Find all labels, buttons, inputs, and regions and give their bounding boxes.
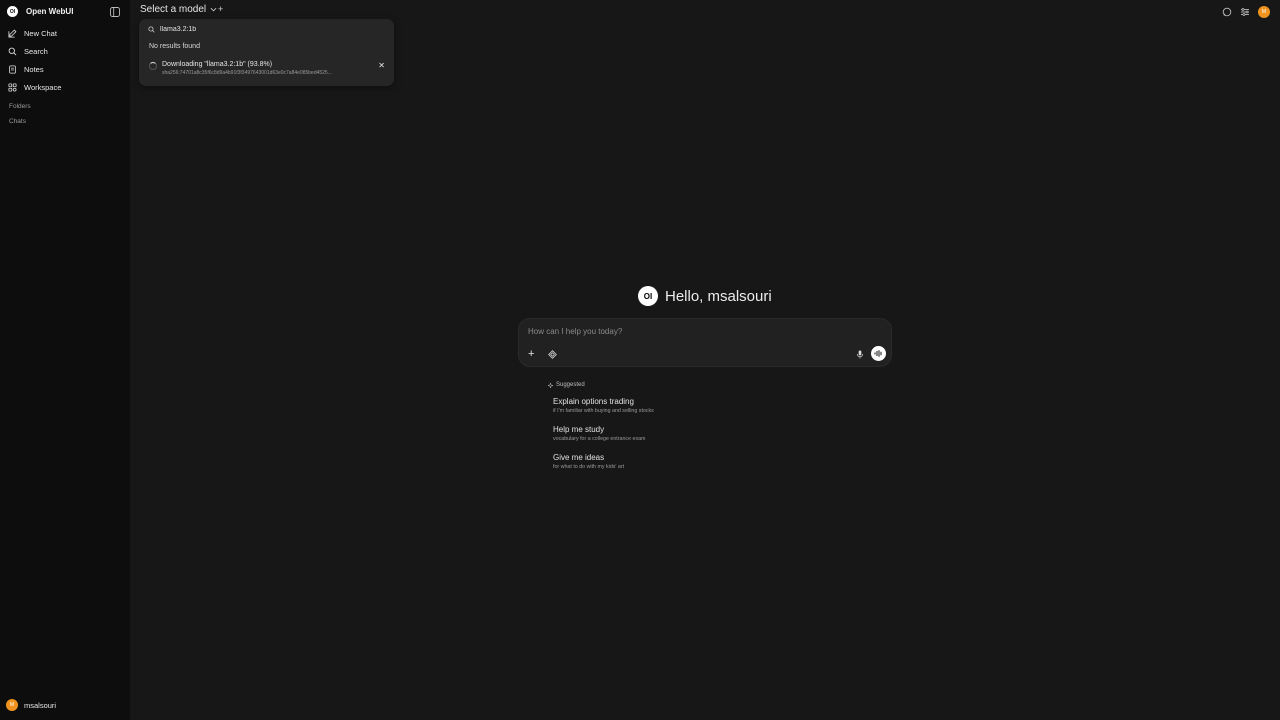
search-icon	[8, 47, 17, 55]
sidebar-item-new-chat[interactable]: New Chat	[8, 26, 57, 40]
controls-icon[interactable]	[1240, 7, 1250, 17]
download-title: Downloading "llama3.2:1b" (93.8%)	[162, 61, 273, 68]
spinner-icon	[149, 62, 157, 70]
sidebar-item-label: Workspace	[24, 82, 62, 92]
suggestion-item[interactable]: Give me ideas for what to do with my kid…	[553, 453, 624, 470]
user-name: msalsouri	[24, 700, 57, 710]
app-logo: OI	[7, 6, 18, 17]
suggestion-item[interactable]: Help me study vocabulary for a college e…	[553, 425, 645, 442]
brand[interactable]: OI Open WebUI	[7, 6, 73, 17]
model-selector[interactable]: Select a model	[140, 4, 217, 15]
waveform-icon	[874, 350, 882, 357]
suggestion-subtitle: for what to do with my kids' art	[553, 464, 625, 470]
add-model-button[interactable]: +	[218, 4, 223, 14]
suggestion-subtitle: if I'm familiar with buying and selling …	[553, 408, 654, 414]
download-hash: sha256:74701a8c35f6c8d9a4b91f3f349764300…	[162, 70, 332, 76]
add-attachment-button[interactable]: +	[528, 348, 534, 360]
sidebar-item-label: Notes	[24, 64, 44, 74]
sidebar-toggle-icon[interactable]	[110, 7, 120, 17]
cancel-download-button[interactable]: ✕	[378, 61, 385, 70]
workspace-icon	[8, 82, 17, 92]
no-results-text: No results found	[149, 43, 200, 50]
suggestion-item[interactable]: Explain options trading if I'm familiar …	[553, 397, 654, 414]
suggestion-title: Help me study	[553, 425, 605, 434]
search-icon	[148, 26, 155, 33]
microphone-icon[interactable]	[856, 350, 864, 359]
sidebar: OI Open WebUI New Chat Search Notes Work…	[0, 0, 130, 720]
avatar: M	[6, 699, 18, 711]
suggestion-title: Explain options trading	[553, 397, 634, 406]
user-menu[interactable]: M msalsouri	[6, 699, 56, 711]
sidebar-item-label: New Chat	[24, 28, 57, 38]
sidebar-item-search[interactable]: Search	[8, 44, 48, 58]
model-search-input[interactable]	[160, 26, 360, 33]
model-search	[148, 26, 360, 33]
sidebar-item-workspace[interactable]: Workspace	[8, 80, 61, 94]
greeting-text: Hello, msalsouri	[665, 287, 772, 305]
chats-section-label[interactable]: Chats	[9, 118, 26, 125]
chevron-down-icon	[210, 7, 217, 12]
model-selector-label: Select a model	[140, 4, 207, 15]
tools-icon[interactable]	[548, 350, 557, 359]
sidebar-item-label: Search	[24, 46, 48, 56]
sidebar-item-notes[interactable]: Notes	[8, 62, 44, 76]
sparkle-icon	[548, 382, 553, 388]
app-logo: OI	[638, 286, 658, 306]
top-toolbar: M	[1222, 6, 1270, 18]
greeting: OI Hello, msalsouri	[638, 286, 772, 306]
chat-bubble-icon[interactable]	[1222, 7, 1232, 17]
edit-icon	[8, 29, 17, 38]
brand-name: Open WebUI	[26, 7, 74, 16]
chat-input[interactable]	[528, 327, 868, 336]
notes-icon	[9, 64, 16, 74]
download-progress-item: Downloading "llama3.2:1b" (93.8%) sha256…	[149, 61, 385, 77]
suggestion-subtitle: vocabulary for a college entrance exam	[553, 436, 646, 442]
suggested-label: Suggested	[556, 382, 585, 388]
avatar[interactable]: M	[1258, 6, 1270, 18]
model-dropdown: No results found Downloading "llama3.2:1…	[139, 19, 394, 86]
chat-input-box: +	[518, 318, 892, 367]
voice-mode-button[interactable]	[871, 346, 886, 361]
folders-section-label[interactable]: Folders	[9, 103, 31, 110]
suggestion-title: Give me ideas	[553, 453, 605, 462]
suggested-heading: Suggested	[548, 382, 585, 388]
